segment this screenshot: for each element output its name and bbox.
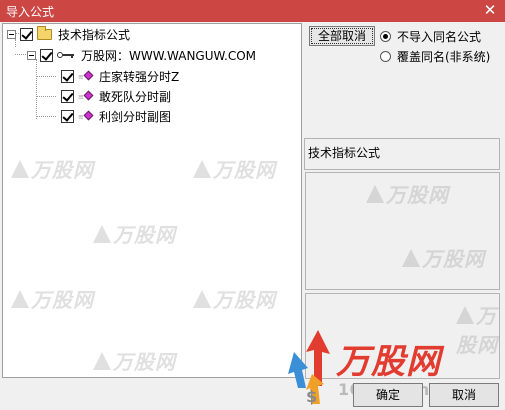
tree-connector — [36, 76, 56, 77]
tree-node-group[interactable]: 万股网：WWW.WANGUW.COM — [27, 46, 256, 64]
folder-icon — [37, 25, 52, 40]
radio-overwrite-duplicates[interactable]: 覆盖同名(非系统) — [380, 48, 490, 64]
tree-item[interactable]: ≡ 敢死队分时副 — [61, 87, 171, 105]
collapse-icon[interactable] — [27, 50, 36, 60]
formula-icon: ≡ — [78, 90, 94, 102]
tree-item-label: 利剑分时副图 — [99, 109, 172, 124]
svg-text:$: $ — [306, 387, 317, 406]
tree-connector — [36, 59, 37, 119]
formula-description-box: 万股网 — [305, 293, 500, 379]
formula-icon: ≡ — [78, 110, 94, 122]
tree-connector — [36, 96, 56, 97]
title-bar[interactable]: 导入公式 ✕ — [0, 0, 505, 22]
watermark-logo: 万股网 — [402, 243, 485, 272]
radio-button[interactable] — [380, 30, 391, 42]
formula-icon: ≡ — [78, 70, 94, 82]
bottom-strip — [2, 380, 302, 406]
tree-node-label: 万股网：WWW.WANGUW.COM — [81, 48, 256, 63]
tree-item[interactable]: ≡ 庄家转强分时Z — [61, 67, 179, 85]
watermark-logo: 万股网 — [193, 154, 276, 183]
watermark-logo: 万股网 — [193, 284, 276, 313]
formula-info-box: 万股网 万股网 — [305, 172, 500, 290]
window-title: 导入公式 — [6, 5, 55, 19]
watermark-logo: 万股网 — [11, 154, 94, 183]
tree-item[interactable]: ≡ 利剑分时副图 — [61, 107, 171, 125]
item-checkbox[interactable] — [61, 89, 74, 103]
item-checkbox[interactable] — [61, 69, 74, 83]
item-checkbox[interactable] — [61, 109, 74, 123]
root-checkbox[interactable] — [20, 27, 33, 41]
tree-node-label: 技术指标公式 — [58, 27, 131, 42]
radio-label: 不导入同名公式 — [397, 29, 482, 44]
watermark-logo: 万股网 — [366, 179, 449, 208]
tree-node-root[interactable]: 技术指标公式 — [7, 25, 130, 43]
watermark-logo: 万股网 — [93, 219, 176, 248]
group-checkbox[interactable] — [40, 48, 53, 62]
watermark-logo: 万股网 — [11, 284, 94, 313]
tree-connector — [36, 116, 56, 117]
import-formula-dialog: 导入公式 ✕ 技术指标公式 万股网：WWW.WANGUW.COM ≡ 庄家转强分… — [0, 0, 505, 410]
cancel-button[interactable]: 取消 — [429, 383, 499, 407]
collapse-icon[interactable] — [7, 29, 16, 39]
tree-item-label: 敢死队分时副 — [99, 89, 172, 104]
deselect-all-button[interactable]: 全部取消 — [309, 26, 375, 46]
watermark-logo: 万股网 — [456, 304, 498, 357]
formula-tree[interactable]: 技术指标公式 万股网：WWW.WANGUW.COM ≡ 庄家转强分时Z ≡ 敢死… — [2, 23, 302, 378]
radio-button[interactable] — [380, 50, 391, 62]
formula-type-label-box: 技术指标公式 — [304, 138, 500, 170]
key-icon — [57, 50, 75, 60]
radio-skip-duplicates[interactable]: 不导入同名公式 — [380, 28, 481, 44]
ok-button[interactable]: 确定 — [353, 383, 423, 407]
formula-type-label: 技术指标公式 — [308, 146, 381, 160]
watermark-logo: 万股网 — [93, 346, 176, 375]
close-icon[interactable]: ✕ — [481, 1, 499, 19]
tree-item-label: 庄家转强分时Z — [99, 69, 180, 84]
radio-label: 覆盖同名(非系统) — [397, 49, 491, 64]
